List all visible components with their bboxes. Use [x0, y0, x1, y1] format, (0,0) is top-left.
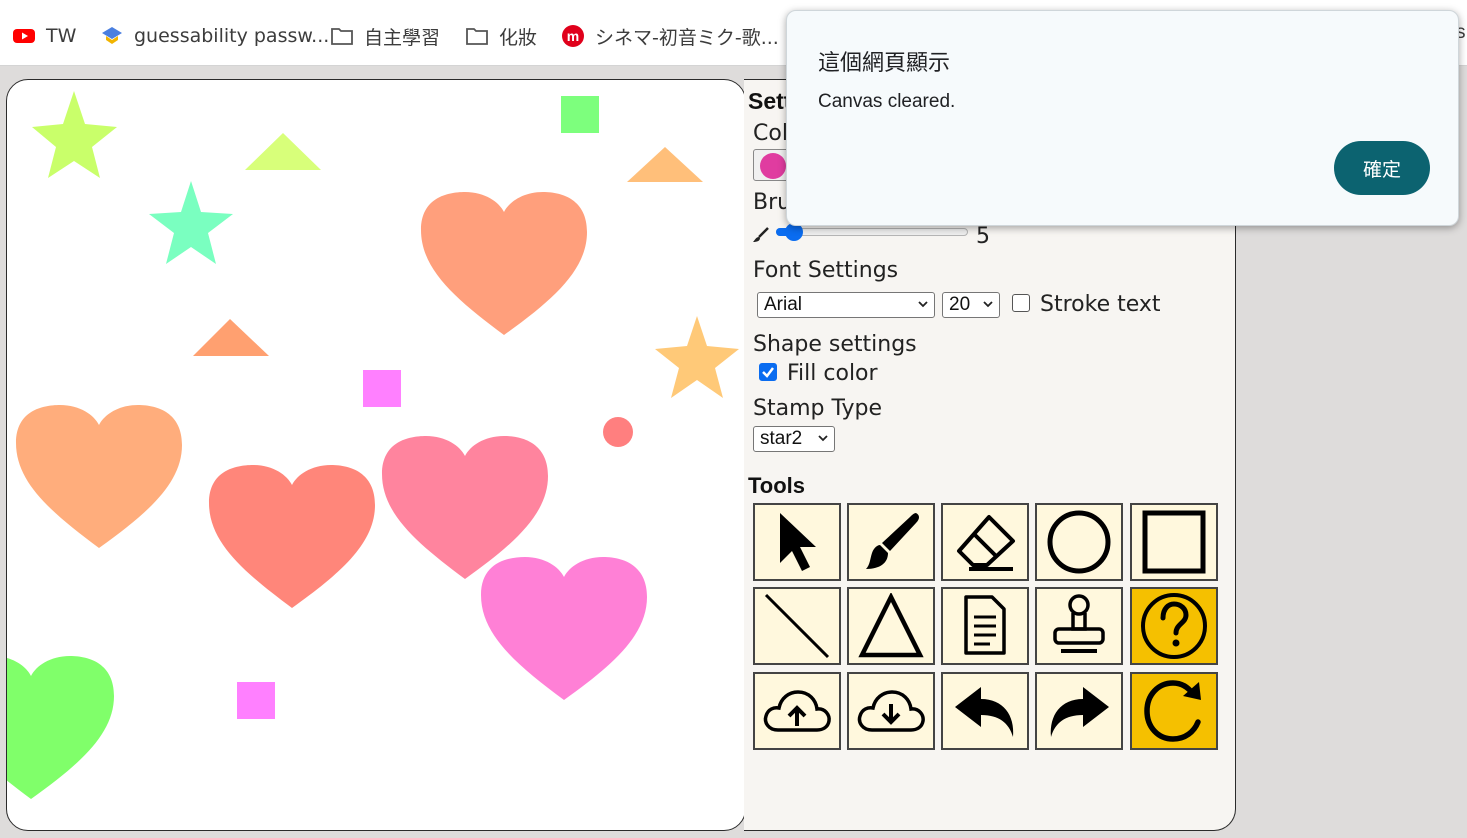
canvas-shape-heart — [481, 557, 647, 700]
chevron-down-icon — [918, 301, 928, 308]
alert-dialog: 這個網頁顯示 Canvas cleared. 確定 — [786, 10, 1459, 226]
line-icon — [764, 593, 830, 659]
checkmark-icon — [762, 367, 774, 378]
canvas-shape-star — [149, 181, 233, 264]
bookmark-tw[interactable]: TW — [12, 22, 76, 50]
youtube-icon — [12, 24, 36, 48]
canvas-shape-square — [363, 370, 401, 407]
stamp-type-label: Stamp Type — [753, 396, 882, 421]
select-tool[interactable] — [753, 503, 841, 581]
canvas-shape-circle — [603, 417, 633, 447]
redo-icon — [1050, 687, 1109, 737]
color-label: Col — [753, 121, 788, 146]
svg-text:m: m — [567, 28, 579, 44]
dialog-ok-button[interactable]: 確定 — [1334, 141, 1430, 195]
paintbrush-icon — [866, 513, 919, 569]
fill-color-checkbox[interactable] — [759, 363, 777, 381]
cloud-upload-icon — [763, 690, 831, 732]
undo-tool[interactable] — [941, 672, 1029, 750]
line-tool[interactable] — [753, 587, 841, 665]
stamp-type-select[interactable]: star2 — [753, 426, 835, 452]
canvas-shapes — [7, 91, 739, 799]
canvas-shape-triangle — [193, 319, 269, 356]
circle-icon — [1047, 510, 1111, 574]
bookmark-folder-1[interactable]: 自主學習 — [330, 22, 440, 50]
triangle-tool[interactable] — [847, 587, 935, 665]
dialog-message: Canvas cleared. — [818, 91, 956, 112]
redo-tool[interactable] — [1035, 672, 1123, 750]
stamp-tool[interactable] — [1035, 587, 1123, 665]
canvas-shape-square — [237, 682, 275, 719]
bookmark-label: guessability passw... — [134, 25, 330, 47]
bookmark-label: シネマ-初音ミク-歌... — [595, 26, 779, 49]
font-size-select[interactable]: 20 — [942, 292, 1000, 318]
undo-icon — [955, 687, 1014, 737]
chevron-down-icon — [818, 435, 828, 442]
square-icon — [1142, 510, 1206, 574]
dialog-title: 這個網頁顯示 — [818, 51, 951, 76]
drawing-canvas[interactable] — [6, 79, 746, 831]
canvas-shape-heart — [421, 192, 587, 335]
brush-icon — [752, 226, 770, 249]
document-icon — [964, 595, 1006, 655]
upload-tool[interactable] — [753, 672, 841, 750]
bookmark-folder-2[interactable]: 化妝 — [465, 22, 537, 50]
canvas-shape-heart — [16, 405, 182, 548]
fill-color-label: Fill color — [787, 361, 878, 386]
download-tool[interactable] — [847, 672, 935, 750]
canvas-shape-heart — [7, 656, 114, 799]
chevron-down-icon — [983, 301, 993, 308]
stamp-icon — [1053, 594, 1105, 653]
site-icon — [100, 24, 124, 48]
m-logo-icon: m — [561, 24, 585, 48]
bookmark-guessability[interactable]: guessability passw... — [100, 22, 329, 50]
tools-label: Tools — [748, 473, 806, 498]
brush-tool[interactable] — [847, 503, 935, 581]
eraser-tool[interactable] — [941, 503, 1029, 581]
canvas-shape-star — [32, 91, 117, 178]
font-settings-label: Font Settings — [753, 258, 899, 283]
canvas-shape-triangle — [627, 147, 703, 182]
cursor-icon — [780, 513, 816, 571]
folder-icon — [465, 24, 489, 48]
help-tool[interactable] — [1130, 587, 1218, 665]
circle-tool[interactable] — [1035, 503, 1123, 581]
canvas-shape-triangle — [245, 133, 321, 170]
color-swatch — [760, 153, 786, 179]
bookmark-label: 自主學習 — [364, 26, 441, 49]
font-family-select[interactable]: Arial — [757, 292, 935, 318]
stroke-text-checkbox[interactable] — [1012, 294, 1030, 312]
canvas-shape-heart — [209, 465, 375, 608]
triangle-icon — [858, 593, 924, 658]
canvas-shape-star — [655, 316, 739, 398]
canvas-shape-square — [561, 96, 599, 133]
settings-title: Sett — [748, 88, 792, 114]
bookmark-cinema[interactable]: m シネマ-初音ミク-歌... — [561, 22, 779, 50]
refresh-icon — [1144, 680, 1201, 742]
shape-settings-label: Shape settings — [753, 332, 917, 357]
eraser-icon — [957, 515, 1015, 571]
bookmark-label: 化妝 — [499, 26, 538, 49]
stroke-text-label: Stroke text — [1040, 292, 1161, 317]
text-tool[interactable] — [941, 587, 1029, 665]
folder-icon — [330, 24, 354, 48]
bookmark-label: TW — [46, 25, 77, 47]
color-picker[interactable] — [753, 149, 789, 181]
cloud-download-icon — [857, 690, 925, 732]
question-icon — [1141, 593, 1207, 659]
rectangle-tool[interactable] — [1130, 503, 1218, 581]
clear-tool[interactable] — [1130, 672, 1218, 750]
brush-size-value: 5 — [976, 224, 990, 249]
